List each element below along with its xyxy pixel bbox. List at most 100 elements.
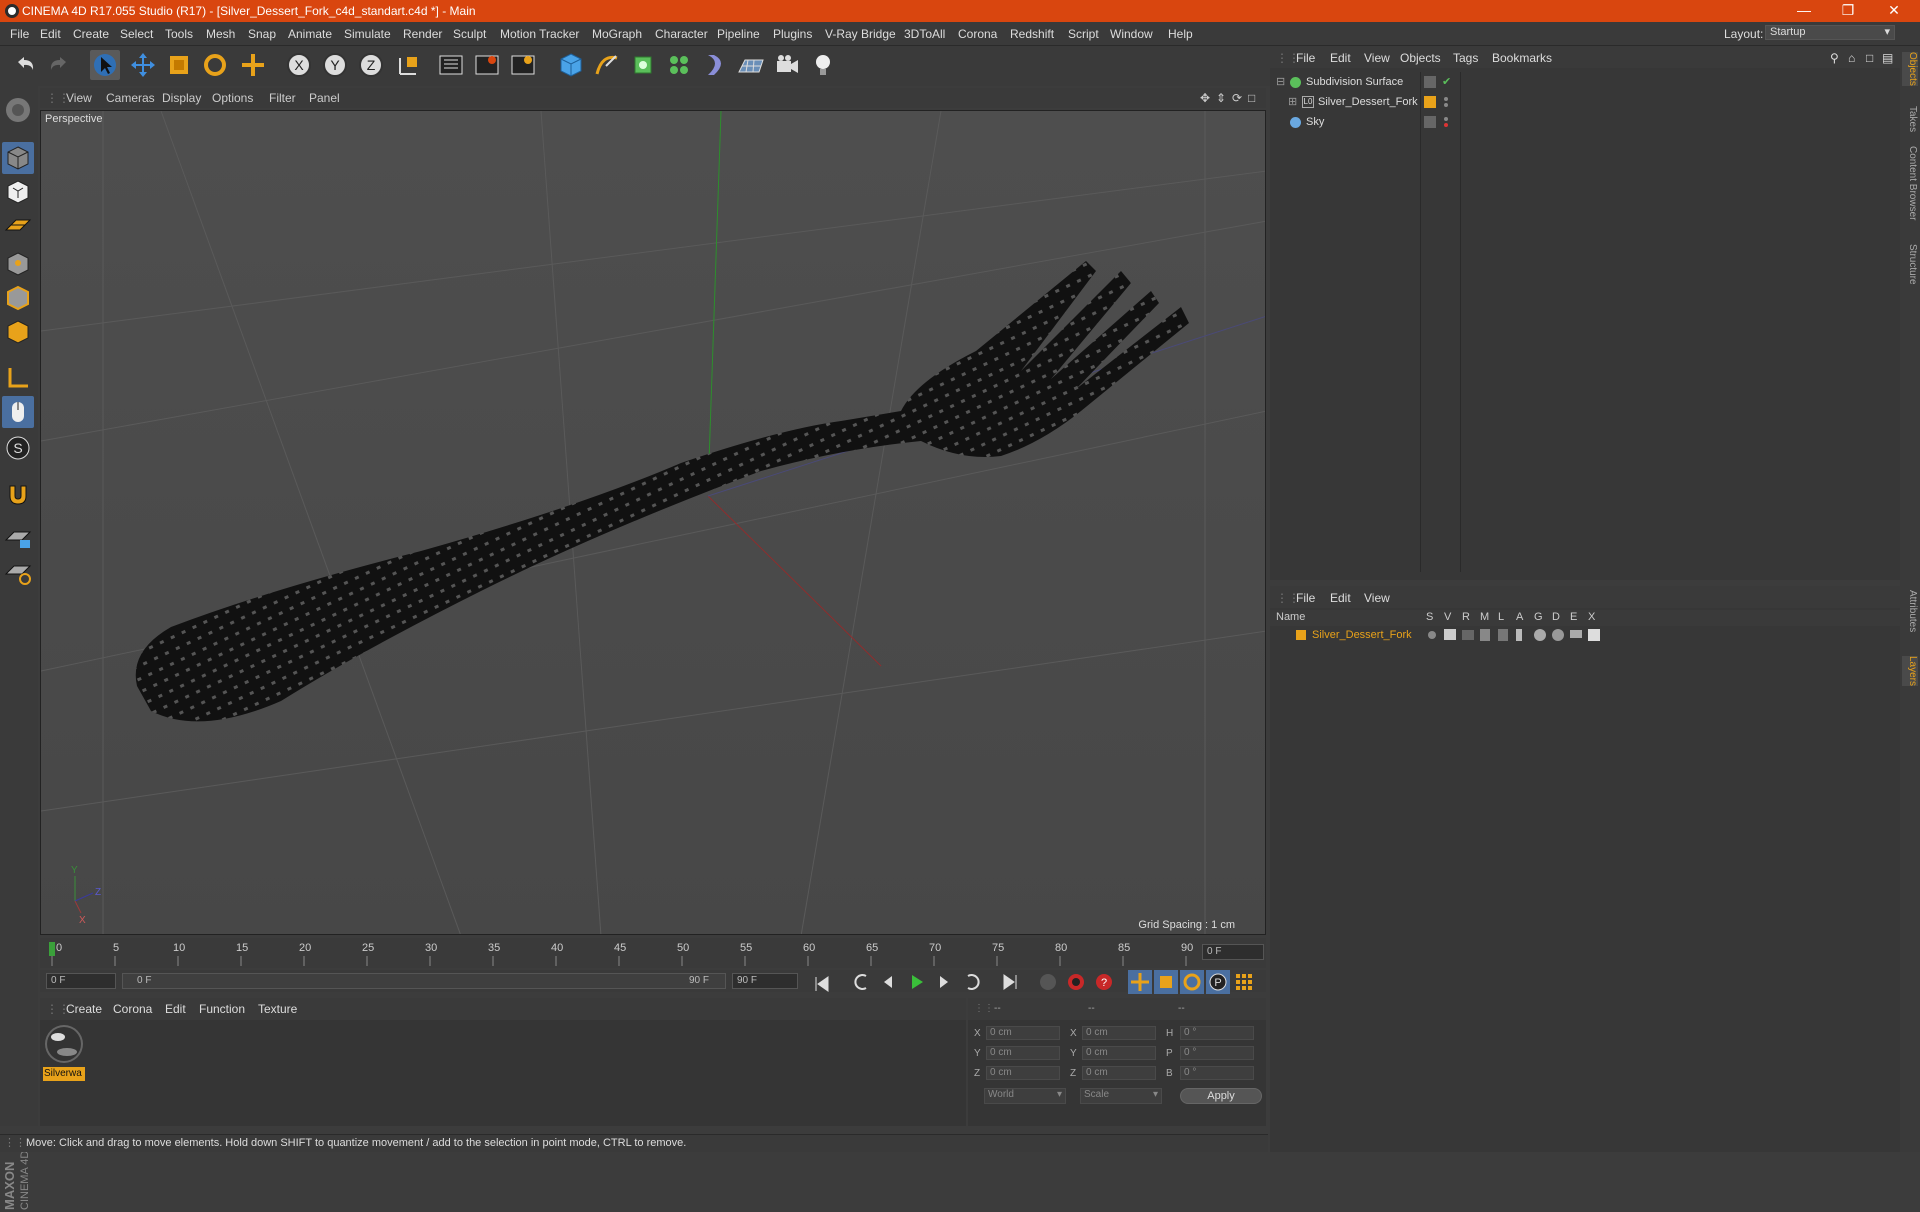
move-icon[interactable] (128, 50, 158, 80)
current-frame-field[interactable]: 0 F (1202, 944, 1264, 960)
cube-primitive-icon[interactable] (556, 50, 586, 80)
camera-icon[interactable] (772, 50, 802, 80)
next-key-icon[interactable] (960, 970, 984, 994)
new-window-icon[interactable]: □ (1866, 51, 1873, 65)
menu-help[interactable]: Help (1168, 27, 1193, 41)
viewport-menu-display[interactable]: Display (162, 91, 201, 105)
coordinate-space-dropdown[interactable]: World ▾ (984, 1088, 1066, 1104)
spline-pen-icon[interactable] (592, 50, 622, 80)
apply-button[interactable]: Apply (1180, 1088, 1262, 1104)
points-mode-icon[interactable] (2, 248, 34, 280)
object-menu-objects[interactable]: Objects (1400, 51, 1441, 65)
tab-structure[interactable]: Structure (1902, 244, 1918, 285)
previous-key-icon[interactable] (850, 970, 874, 994)
key-scale-icon[interactable] (1154, 970, 1178, 994)
layer-color-icon[interactable] (1424, 96, 1436, 108)
menu-animate[interactable]: Animate (288, 27, 332, 41)
autokeying-icon[interactable]: ? (1092, 970, 1116, 994)
viewport-menu-options[interactable]: Options (212, 91, 253, 105)
viewport-menu-panel[interactable]: Panel (309, 91, 340, 105)
undo-icon[interactable] (10, 50, 40, 80)
render-dot-icon[interactable] (1444, 123, 1448, 127)
workplane-icon[interactable] (2, 210, 34, 242)
animation-icon[interactable] (1516, 629, 1522, 641)
menu-mograph[interactable]: MoGraph (592, 27, 642, 41)
menu-edit[interactable]: Edit (40, 27, 61, 41)
generator-icon[interactable] (628, 50, 658, 80)
material-menu-create[interactable]: Create (66, 1002, 102, 1016)
menu-select[interactable]: Select (120, 27, 153, 41)
timeline-ruler[interactable]: 0 5 10 15 20 25 30 35 40 45 50 55 60 65 … (40, 938, 1266, 968)
menu-simulate[interactable]: Simulate (344, 27, 391, 41)
axis-mode-icon[interactable] (2, 362, 34, 394)
menu-plugins[interactable]: Plugins (773, 27, 812, 41)
layout-dropdown[interactable]: Startup ▾ (1765, 25, 1895, 40)
deformer-icon[interactable] (1552, 629, 1564, 641)
material-menu-edit[interactable]: Edit (165, 1002, 186, 1016)
enabled-check-icon[interactable]: ✔ (1442, 73, 1451, 91)
mograph-cloner-icon[interactable] (664, 50, 694, 80)
go-to-start-icon[interactable] (810, 972, 834, 996)
size-y-field[interactable]: 0 cm (1082, 1046, 1156, 1060)
menu-redshift[interactable]: Redshift (1010, 27, 1054, 41)
object-menu-tags[interactable]: Tags (1453, 51, 1478, 65)
tab-layers[interactable]: Layers (1902, 656, 1918, 687)
key-parameter-icon[interactable]: P (1206, 970, 1230, 994)
record-keyframe-icon[interactable] (1064, 970, 1088, 994)
select-arrow-icon[interactable] (90, 50, 120, 80)
rot-p-field[interactable]: 0 ° (1180, 1046, 1254, 1060)
deformer-icon[interactable] (700, 50, 730, 80)
expression-icon[interactable] (1570, 630, 1582, 638)
viewport-rotate-icon[interactable]: ⟳ (1232, 91, 1242, 105)
snap-magnet-icon[interactable] (2, 478, 34, 510)
layer-toggle-icon[interactable] (1424, 76, 1436, 88)
key-pla-icon[interactable] (1232, 970, 1256, 994)
viewport-menu-view[interactable]: View (66, 91, 92, 105)
viewport-zoom-icon[interactable]: ⇕ (1216, 91, 1226, 105)
render-settings-icon[interactable] (508, 50, 538, 80)
go-to-end-icon[interactable] (998, 970, 1022, 994)
menu-tools[interactable]: Tools (165, 27, 193, 41)
restore-icon[interactable]: ❐ (1826, 0, 1870, 22)
menu-3dtoall[interactable]: 3DToAll (904, 27, 945, 41)
visibility-dot-icon[interactable] (1444, 97, 1448, 101)
model-mode-icon[interactable] (2, 142, 34, 174)
object-menu-file[interactable]: File (1296, 51, 1315, 65)
material-menu-corona[interactable]: Corona (113, 1002, 152, 1016)
render-dot-icon[interactable] (1444, 103, 1448, 107)
manager-icon[interactable] (1480, 629, 1490, 641)
rotate-icon[interactable] (200, 50, 230, 80)
rot-h-field[interactable]: 0 ° (1180, 1026, 1254, 1040)
tab-content-browser[interactable]: Content Browser (1902, 146, 1918, 220)
playhead[interactable] (49, 942, 55, 956)
panel-menu-icon[interactable]: ▤ (1882, 51, 1893, 65)
view-eye-icon[interactable] (1444, 629, 1456, 640)
solo-mode-icon[interactable]: S (2, 432, 34, 464)
menu-create[interactable]: Create (73, 27, 109, 41)
menu-file[interactable]: File (10, 27, 29, 41)
tab-objects[interactable]: Objects (1902, 52, 1918, 86)
pos-x-field[interactable]: 0 cm (986, 1026, 1060, 1040)
x-axis-lock-icon[interactable]: X (284, 50, 314, 80)
layer-color-icon[interactable] (1296, 630, 1306, 640)
render-view-icon[interactable] (436, 50, 466, 80)
menu-script[interactable]: Script (1068, 27, 1099, 41)
next-frame-icon[interactable] (932, 970, 956, 994)
key-position-icon[interactable] (1128, 970, 1152, 994)
tweak-mode-icon[interactable] (2, 396, 34, 428)
end-frame-field[interactable]: 90 F (732, 973, 798, 989)
object-row-subdivision-surface[interactable]: ⊟ Subdivision Surface ✔ (1274, 73, 1894, 91)
home-icon[interactable]: ⌂ (1848, 51, 1855, 65)
viewport-menu-filter[interactable]: Filter (269, 91, 296, 105)
perspective-viewport[interactable]: Y Z X Perspective Grid Spacing : 1 cm (40, 110, 1266, 935)
rot-b-field[interactable]: 0 ° (1180, 1066, 1254, 1080)
viewport-menu-cameras[interactable]: Cameras (106, 91, 155, 105)
floor-environment-icon[interactable] (736, 50, 766, 80)
layer-menu-file[interactable]: File (1296, 591, 1315, 605)
workplane-lock-icon[interactable] (2, 522, 34, 554)
menu-window[interactable]: Window (1110, 27, 1153, 41)
layer-row-silver-dessert-fork[interactable]: Silver_Dessert_Fork (1274, 627, 1894, 643)
viewport-maximize-icon[interactable]: □ (1248, 91, 1255, 105)
menu-render[interactable]: Render (403, 27, 442, 41)
minimize-icon[interactable]: — (1782, 0, 1826, 22)
